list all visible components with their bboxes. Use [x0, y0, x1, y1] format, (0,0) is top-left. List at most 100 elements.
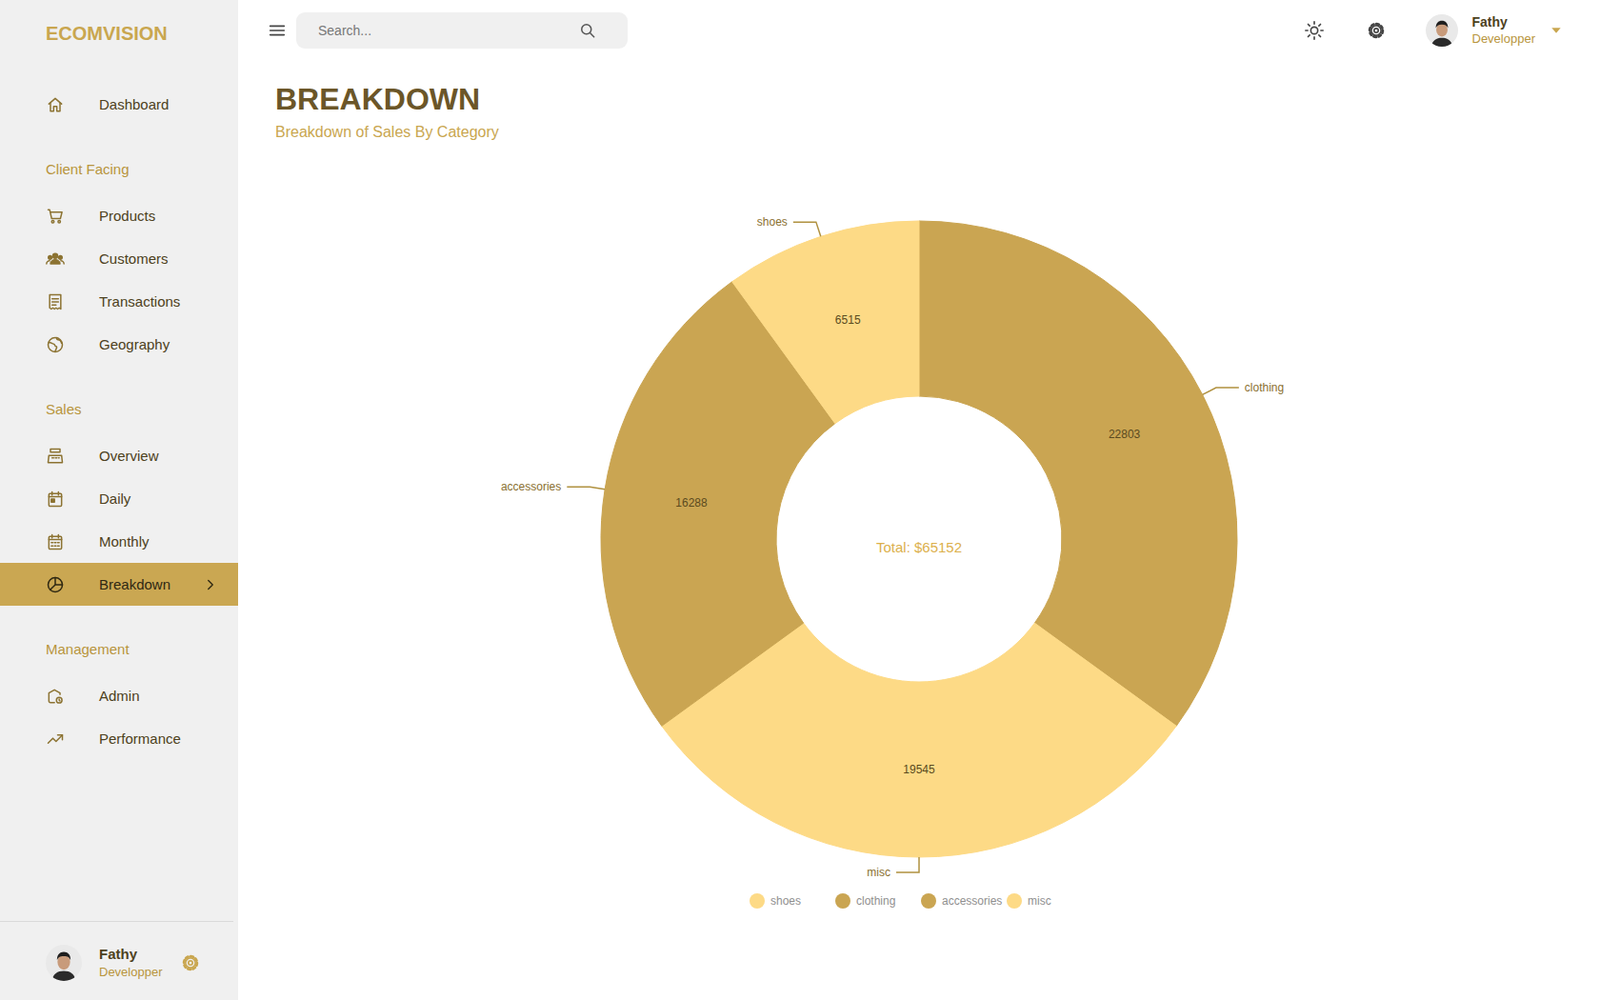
admin-icon	[45, 686, 65, 706]
slice-arc[interactable]	[919, 220, 1238, 726]
legend-item[interactable]: misc	[1006, 893, 1052, 909]
caret-icon	[1548, 22, 1564, 39]
profile-role: Developper	[1472, 30, 1537, 48]
chevron-icon	[201, 576, 220, 594]
search-input[interactable]	[318, 22, 579, 39]
icon-shape	[270, 25, 285, 35]
slice-label: shoes	[757, 215, 788, 229]
sidebar-item[interactable]: Performance	[0, 717, 239, 760]
sidebar-item-label: Customers	[99, 249, 220, 269]
slice	[732, 220, 920, 424]
icon-shape	[187, 960, 192, 965]
sidebar-item[interactable]: Overview	[0, 434, 239, 478]
legend-label: accessories	[941, 894, 1002, 908]
icon-shape	[58, 698, 60, 700]
legend-item[interactable]: clothing	[835, 893, 896, 909]
sidebar-profile: FathyDevelopper	[0, 920, 234, 1000]
icon-shape	[45, 944, 82, 981]
icon-shape	[57, 952, 71, 961]
icon-shape	[51, 499, 55, 502]
icon-shape	[56, 697, 62, 703]
slice-label: clothing	[1244, 380, 1284, 395]
legend-dot	[920, 893, 937, 909]
icon-shape	[48, 491, 61, 497]
settings-button[interactable]	[1357, 11, 1396, 50]
profile-name: Fathy	[1472, 13, 1537, 31]
profile-role: Developper	[99, 963, 163, 981]
icon-shape	[52, 456, 60, 459]
icon-shape	[48, 209, 63, 219]
slice-value: 22803	[1108, 427, 1141, 441]
user-menu[interactable]: FathyDevelopper	[1425, 13, 1537, 48]
icon-shape	[1304, 21, 1322, 40]
sidebar-item-label: Performance	[99, 729, 220, 749]
legend-dot	[1006, 893, 1022, 909]
sidebar-item[interactable]: Products	[0, 194, 239, 238]
icon-shape	[48, 493, 61, 506]
search-icon	[578, 20, 598, 40]
theme-toggle-button[interactable]	[1295, 11, 1334, 50]
slice-label: misc	[866, 865, 891, 880]
home-icon	[45, 95, 65, 115]
legend-dot	[749, 893, 765, 909]
sidebar-item[interactable]: Daily	[0, 477, 239, 520]
sidebar-item-label: Daily	[99, 489, 220, 509]
legend-label: shoes	[770, 894, 801, 908]
icon-shape	[183, 956, 198, 970]
icon-shape	[58, 734, 63, 740]
settings-button[interactable]	[180, 952, 201, 974]
avatar[interactable]	[45, 944, 82, 981]
sidebar-item[interactable]: Breakdown	[0, 562, 239, 606]
menu-button[interactable]	[258, 11, 297, 50]
sun-icon	[1303, 20, 1325, 41]
sidebar-item[interactable]: Admin	[0, 674, 239, 718]
icon-shape	[48, 255, 53, 260]
avatar[interactable]	[1425, 14, 1459, 47]
slice-labels: 22803clothing19545misc16288accessories65…	[500, 215, 1284, 880]
topbar-actions: FathyDevelopper	[1295, 11, 1565, 50]
icon-shape	[1430, 38, 1452, 47]
pie-chart-icon	[45, 575, 65, 595]
icon-shape	[1373, 28, 1378, 33]
icon-shape	[48, 455, 63, 463]
sidebar-item-label: Monthly	[99, 532, 220, 552]
app: ECOMVISIONDashboardClient FacingProducts…	[0, 0, 1600, 1000]
donut-chart: 22803clothing19545misc16288accessories65…	[442, 180, 1396, 924]
sidebar-item-label: Breakdown	[99, 575, 202, 595]
icon-shape	[51, 220, 55, 223]
search-box	[296, 12, 628, 49]
slice-arc[interactable]	[732, 220, 920, 424]
icon-shape	[184, 958, 195, 968]
sidebar-item[interactable]: Dashboard	[0, 82, 239, 126]
icon-shape	[50, 259, 60, 263]
slice	[919, 220, 1238, 726]
sidebar-item[interactable]: Customers	[0, 237, 239, 280]
chart-legend: shoes clothing accessories misc	[749, 893, 1052, 909]
legend-label: misc	[1027, 894, 1052, 908]
sidebar-item[interactable]: Geography	[0, 322, 239, 366]
sidebar-item[interactable]: Monthly	[0, 520, 239, 563]
link-line	[896, 857, 920, 873]
search-button[interactable]	[578, 20, 598, 40]
logo: ECOMVISION	[0, 0, 239, 83]
sidebar-item-label: Products	[99, 206, 220, 226]
legend-label: clothing	[856, 894, 896, 908]
legend-item[interactable]: accessories	[920, 893, 1002, 909]
menu-icon	[266, 20, 288, 41]
page-subtitle: Breakdown of Sales By Category	[275, 121, 1563, 143]
icon-shape	[50, 448, 60, 452]
content: BREAKDOWNBreakdown of Sales By Category2…	[238, 60, 1600, 924]
slice-value: 6515	[835, 313, 861, 327]
icon-shape	[1425, 14, 1459, 47]
icon-shape	[1310, 26, 1318, 34]
sidebar-item-label: Overview	[99, 446, 220, 466]
slices	[600, 220, 1238, 858]
trend-icon	[45, 729, 65, 749]
nav-section-heading: Management	[0, 605, 239, 675]
sidebar-item-label: Admin	[99, 686, 220, 706]
legend-item[interactable]: shoes	[749, 893, 801, 909]
icon-shape	[1370, 25, 1380, 36]
cart-icon	[45, 206, 65, 226]
main: FathyDevelopper BREAKDOWNBreakdown of Sal…	[238, 0, 1600, 1000]
sidebar-item[interactable]: Transactions	[0, 280, 239, 323]
